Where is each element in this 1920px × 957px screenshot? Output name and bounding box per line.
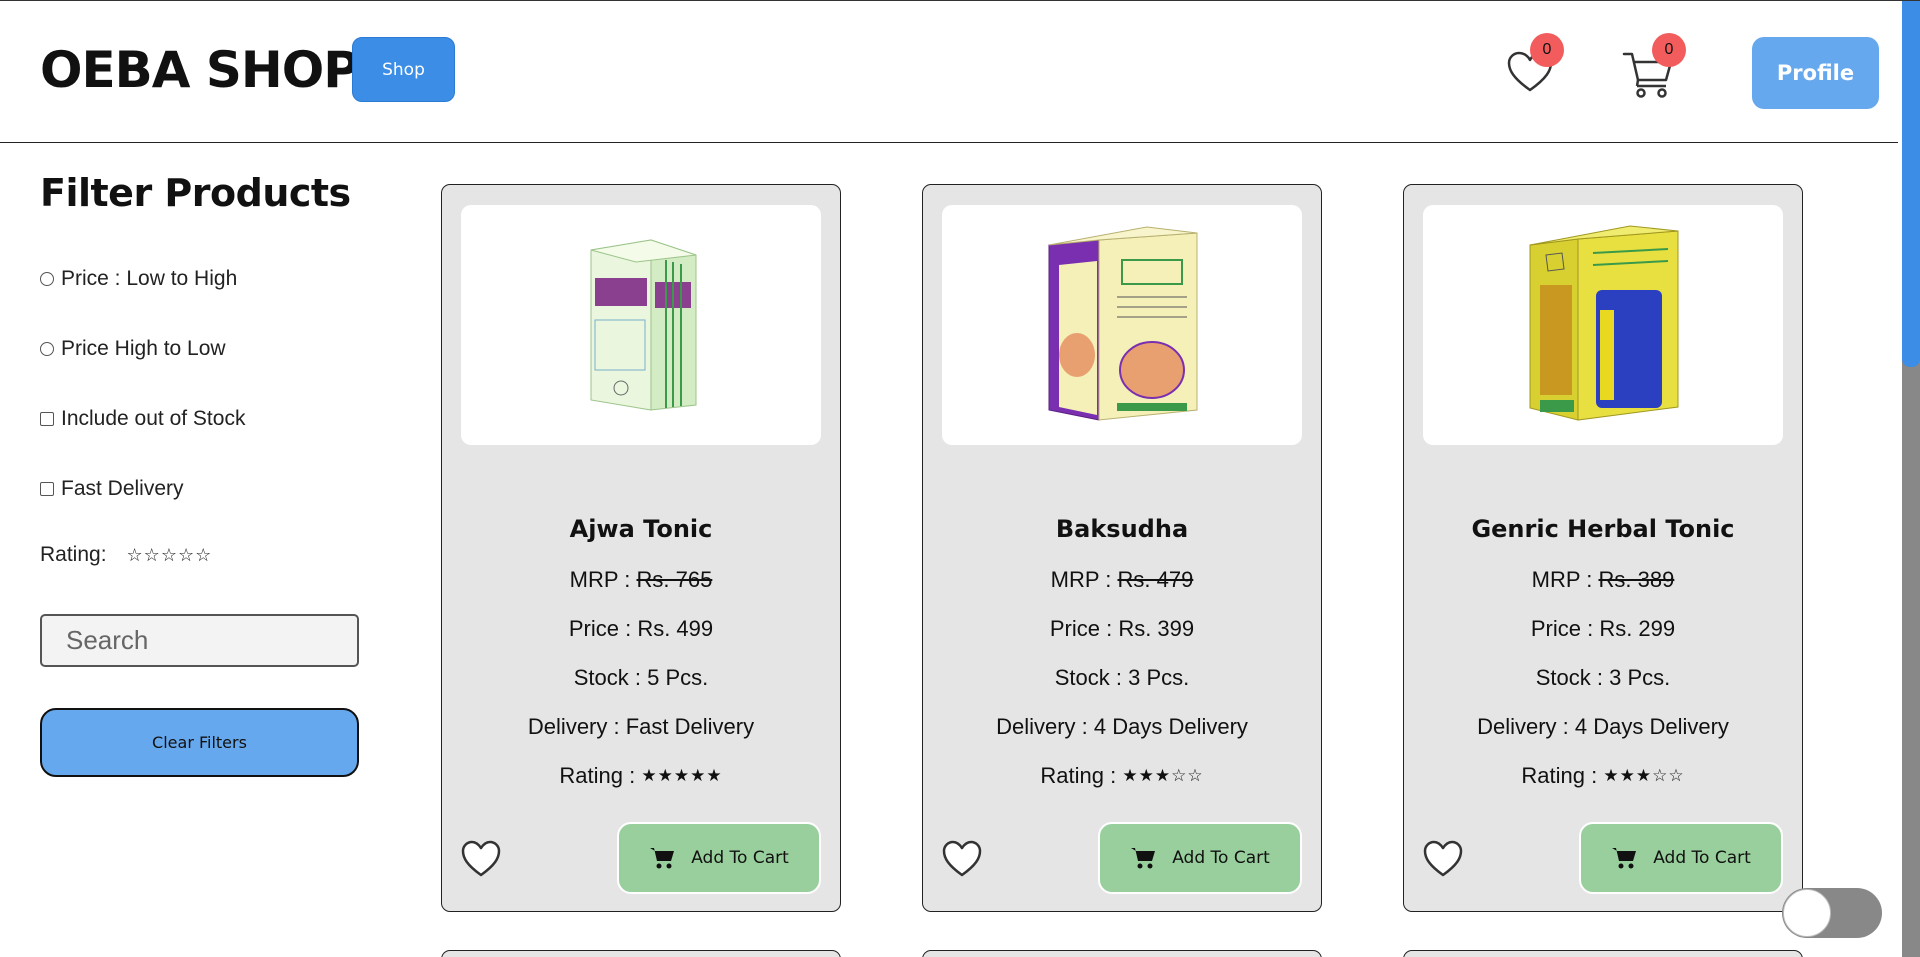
shop-page: OEBA SHOP Shop 0 0 Profile Filter Produc… [0, 0, 1920, 957]
product-mrp: MRP : Rs. 389 [1404, 567, 1802, 593]
rating-label: Rating : [559, 763, 642, 788]
top-navbar: OEBA SHOP Shop 0 0 Profile [0, 1, 1898, 143]
product-card-next-row [441, 950, 841, 957]
product-stock: Stock : 3 Pcs. [1535, 665, 1671, 690]
product-delivery: Delivery : Fast Delivery [527, 714, 755, 739]
fast-delivery-label: Fast Delivery [61, 477, 184, 500]
rating-label: Rating : [1040, 763, 1123, 788]
mrp-value: Rs. 389 [1598, 567, 1675, 592]
sort-low-to-high-option[interactable]: Price : Low to High [40, 267, 237, 291]
add-to-cart-button[interactable]: Add To Cart [1098, 822, 1302, 894]
product-price: Price : Rs. 499 [568, 616, 714, 641]
rating-filter: Rating: ☆☆☆☆☆ [40, 543, 212, 567]
search-input[interactable]: Search [40, 614, 359, 667]
scrollbar-thumb[interactable] [1902, 1, 1920, 367]
mrp-label: MRP : [1050, 567, 1118, 592]
sort-high-to-low-label: Price High to Low [61, 337, 226, 360]
fast-delivery-checkbox[interactable] [40, 482, 54, 496]
mrp-value: Rs. 479 [1117, 567, 1194, 592]
product-rating: Rating : ★★★☆☆ [1404, 763, 1802, 789]
add-to-cart-button[interactable]: Add To Cart [617, 822, 821, 894]
product-mrp: MRP : Rs. 479 [923, 567, 1321, 593]
clear-filters-button[interactable]: Clear Filters [40, 708, 359, 777]
mrp-value: Rs. 765 [636, 567, 713, 592]
include-out-of-stock-checkbox[interactable] [40, 412, 54, 426]
product-card: Baksudha MRP : Rs. 479 Price : Rs. 399 S… [922, 184, 1322, 912]
product-delivery: Delivery : 4 Days Delivery [1477, 714, 1729, 739]
product-stock: Stock : 3 Pcs. [1054, 665, 1190, 690]
mrp-label: MRP : [1531, 567, 1599, 592]
include-out-of-stock-label: Include out of Stock [61, 407, 246, 430]
product-title: Baksudha [1055, 515, 1189, 543]
sort-low-to-high-radio[interactable] [40, 272, 54, 286]
add-to-cart-label: Add To Cart [1653, 848, 1751, 868]
cart-icon [1612, 848, 1637, 869]
fast-delivery-option[interactable]: Fast Delivery [40, 477, 184, 501]
product-image [461, 205, 821, 445]
page-scrollbar[interactable] [1902, 1, 1920, 957]
product-price: Price : Rs. 399 [1049, 616, 1195, 641]
add-to-cart-button[interactable]: Add To Cart [1579, 822, 1783, 894]
filter-sidebar: Filter Products Price : Low to High Pric… [40, 171, 370, 777]
product-box-illustration [590, 239, 697, 411]
product-image [942, 205, 1302, 445]
brand-logo[interactable]: OEBA SHOP [40, 41, 360, 99]
heart-icon[interactable] [1421, 837, 1465, 881]
mrp-label: MRP : [569, 567, 637, 592]
cart-icon [1131, 848, 1156, 869]
product-title: Ajwa Tonic [569, 515, 713, 543]
add-to-cart-label: Add To Cart [691, 848, 789, 868]
wishlist-count-badge: 0 [1530, 33, 1564, 67]
product-mrp: MRP : Rs. 765 [442, 567, 840, 593]
rating-filter-label: Rating: [40, 543, 107, 566]
filter-title: Filter Products [40, 171, 351, 215]
cart-count-badge: 0 [1652, 33, 1686, 67]
product-delivery: Delivery : 4 Days Delivery [996, 714, 1248, 739]
rating-stars: ★★★☆☆ [1603, 766, 1685, 786]
add-to-cart-label: Add To Cart [1172, 848, 1270, 868]
product-box-illustration [1529, 225, 1679, 421]
sort-high-to-low-radio[interactable] [40, 342, 54, 356]
product-card: Genric Herbal Tonic MRP : Rs. 389 Price … [1403, 184, 1803, 912]
product-price: Price : Rs. 299 [1530, 616, 1676, 641]
toggle-knob [1783, 889, 1831, 937]
cart-icon [650, 848, 675, 869]
heart-icon[interactable] [459, 837, 503, 881]
product-title: Genric Herbal Tonic [1471, 515, 1735, 543]
shop-button[interactable]: Shop [352, 37, 455, 102]
product-card-next-row [1403, 950, 1803, 957]
product-card-next-row [922, 950, 1322, 957]
heart-icon[interactable] [940, 837, 984, 881]
product-rating: Rating : ★★★☆☆ [923, 763, 1321, 789]
sort-low-to-high-label: Price : Low to High [61, 267, 238, 290]
product-card: Ajwa Tonic MRP : Rs. 765 Price : Rs. 499… [441, 184, 841, 912]
rating-stars: ★★★☆☆ [1122, 766, 1204, 786]
product-rating: Rating : ★★★★★ [442, 763, 840, 789]
product-stock: Stock : 5 Pcs. [573, 665, 709, 690]
product-image [1423, 205, 1783, 445]
rating-label: Rating : [1521, 763, 1604, 788]
include-out-of-stock-option[interactable]: Include out of Stock [40, 407, 245, 431]
product-box-illustration [1048, 226, 1198, 421]
profile-button[interactable]: Profile [1752, 37, 1879, 109]
sort-high-to-low-option[interactable]: Price High to Low [40, 337, 226, 361]
rating-filter-stars[interactable]: ☆☆☆☆☆ [127, 545, 213, 566]
theme-toggle[interactable] [1782, 888, 1882, 938]
rating-stars: ★★★★★ [641, 766, 723, 786]
